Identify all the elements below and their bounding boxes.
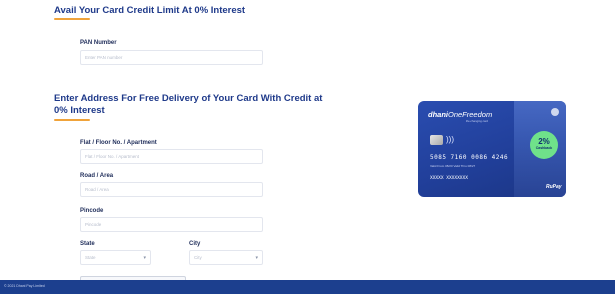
card-brand: dhaniOneFreedom [428, 110, 492, 119]
contactless-icon: ))) [446, 135, 454, 144]
address-section-title: Enter Address For Free Delivery of Your … [54, 93, 323, 116]
pan-input[interactable] [80, 50, 263, 65]
card-dates: Valid From 08/20 Valid Thru 08/27 [430, 164, 476, 168]
chevron-down-icon: ▾ [143, 254, 146, 261]
pan-label: PAN Number [80, 40, 117, 46]
card-brand-light: OneFreedom [448, 110, 493, 119]
flat-label: Flat / Floor No. / Apartment [80, 140, 157, 146]
rupay-logo: RuPay [546, 184, 562, 190]
card-number: 5085 7160 0086 4246 [430, 154, 509, 161]
card-subtitle: life-changing card [466, 119, 489, 123]
card-image: dhaniOneFreedom life-changing card ))) 5… [418, 101, 566, 197]
footer: © 2021 Dhani Pay Limited [0, 280, 615, 294]
pincode-input[interactable] [80, 217, 263, 232]
card-brand-bold: dhani [428, 110, 448, 119]
chip-icon [430, 135, 443, 145]
state-select[interactable]: State ▾ [80, 250, 151, 265]
title-underline [54, 119, 90, 121]
road-label: Road / Area [80, 173, 114, 179]
chevron-down-icon: ▾ [255, 254, 258, 261]
cashback-percent: 2% [538, 137, 550, 146]
flat-input[interactable] [80, 149, 263, 164]
city-value: City [194, 255, 202, 260]
cashback-text: Cashback [535, 146, 553, 150]
cashback-badge: 2% Cashback [530, 131, 558, 159]
card-holder: XXXXX XXXXXXXX [430, 176, 468, 181]
city-select[interactable]: City ▾ [189, 250, 263, 265]
state-value: State [85, 255, 96, 260]
avatar [551, 108, 559, 116]
footer-text: © 2021 Dhani Pay Limited [4, 284, 45, 288]
state-label: State [80, 241, 95, 247]
credit-section-title: Avail Your Card Credit Limit At 0% Inter… [54, 5, 246, 16]
road-input[interactable] [80, 182, 263, 197]
city-label: City [189, 241, 201, 247]
title-underline [54, 18, 90, 20]
pincode-label: Pincode [80, 208, 104, 214]
